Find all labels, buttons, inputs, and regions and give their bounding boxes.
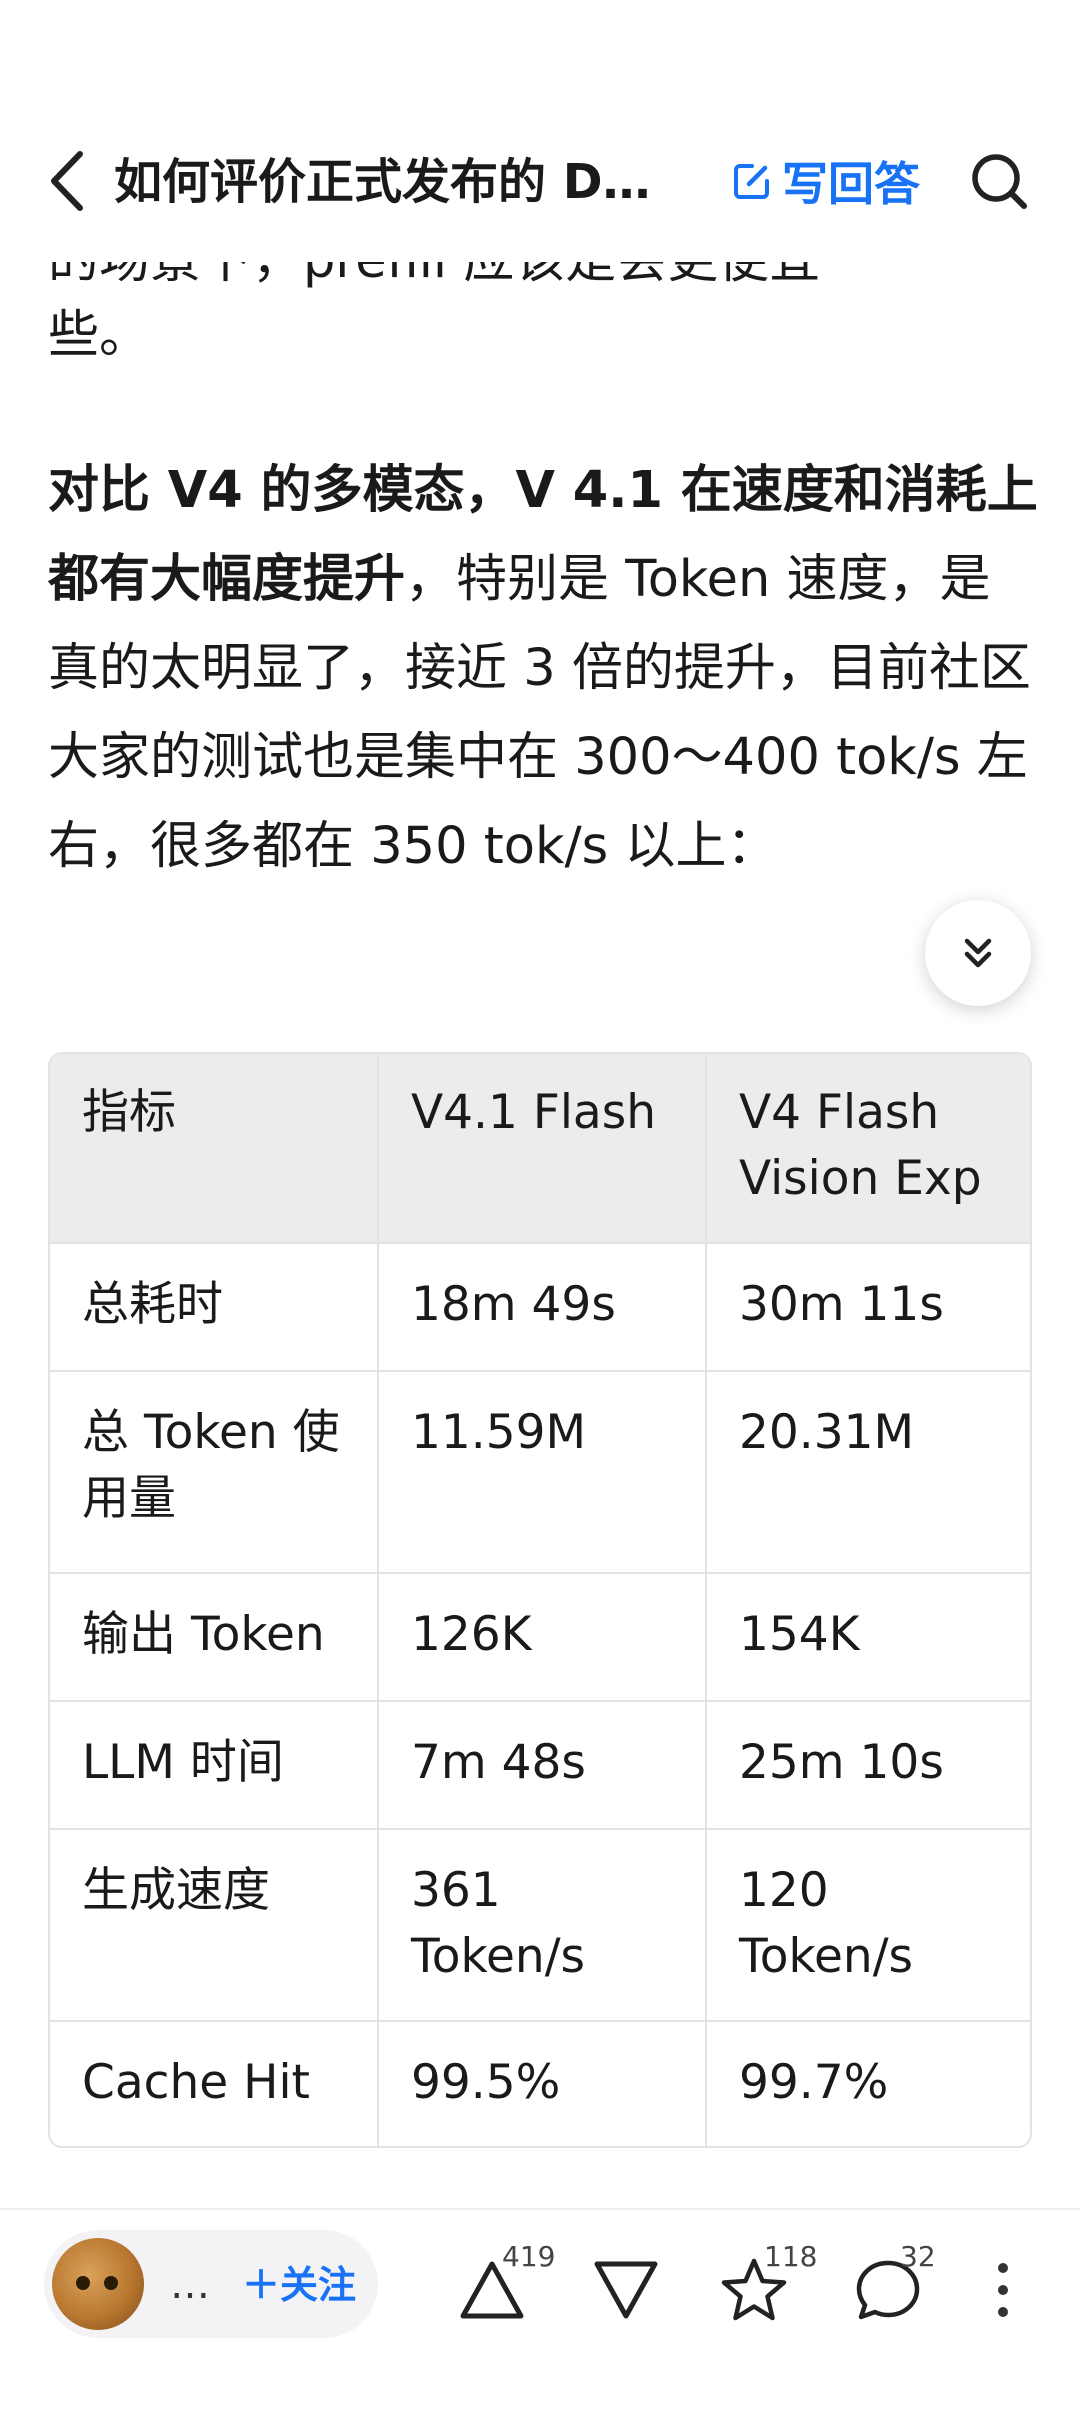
favorite-count: 118: [764, 2240, 818, 2273]
page-title[interactable]: 如何评价正式发布的 D…: [114, 150, 694, 214]
article-tail-line: 些。: [48, 306, 151, 365]
top-navigation-bar: 如何评价正式发布的 D… 写回答: [0, 0, 1080, 262]
author-name[interactable]: …: [170, 2260, 210, 2310]
table-row: Cache Hit 99.5% 99.7%: [50, 2021, 1030, 2146]
more-dot-icon: [998, 2285, 1008, 2295]
comment-count: 32: [900, 2240, 936, 2273]
table-cell: 30m 11s: [706, 1243, 1030, 1372]
table-row: 输出 Token 126K 154K: [50, 1573, 1030, 1702]
table-cell: 生成速度: [50, 1829, 379, 2022]
table-cell: LLM 时间: [50, 1701, 379, 1830]
back-button[interactable]: [40, 146, 92, 216]
write-answer-button[interactable]: 写回答: [730, 148, 920, 214]
table-cell: 输出 Token: [50, 1573, 379, 1702]
table-row: LLM 时间 7m 48s 25m 10s: [50, 1701, 1030, 1830]
table-cell: 7m 48s: [378, 1701, 707, 1830]
table-row: 生成速度 361 Token/s 120 Token/s: [50, 1829, 1030, 2022]
comment-button[interactable]: 32: [846, 2240, 936, 2340]
edit-icon: [730, 159, 774, 203]
table-header-cell: 指标: [50, 1054, 379, 1244]
favorite-button[interactable]: 118: [712, 2240, 817, 2340]
table-header-row: 指标 V4.1 Flash V4 Flash Vision Exp: [50, 1054, 1030, 1244]
bottom-action-bar: … ＋关注 419 118 32: [0, 2208, 1080, 2420]
table-row: 总耗时 18m 49s 30m 11s: [50, 1243, 1030, 1372]
table-header-cell: V4 Flash Vision Exp: [706, 1054, 1030, 1244]
downvote-triangle-icon: [594, 2261, 658, 2319]
table-cell: 99.7%: [739, 2055, 889, 2110]
downvote-button[interactable]: [584, 2240, 668, 2340]
avatar[interactable]: [52, 2238, 144, 2330]
search-icon: [972, 154, 1027, 209]
more-dot-icon: [998, 2263, 1008, 2273]
double-chevron-down-icon: [964, 938, 992, 968]
table-cell: 154K: [706, 1573, 1030, 1702]
table-cell: 99.5%: [378, 2021, 707, 2146]
table-cell: 120 Token/s: [706, 1829, 1030, 2022]
table-cell: 25m 10s: [706, 1701, 1030, 1830]
more-dot-icon: [998, 2307, 1008, 2317]
expand-button[interactable]: [925, 900, 1031, 1006]
table-cell: 20.31M: [706, 1371, 1030, 1574]
table-cell: 总耗时: [50, 1243, 379, 1372]
table-cell: 361 Token/s: [378, 1829, 707, 2022]
chevron-left-icon: [51, 151, 83, 211]
table-cell: 总 Token 使用量: [50, 1371, 379, 1574]
table-cell: 126K: [378, 1573, 707, 1702]
upvote-button[interactable]: 419: [450, 2240, 555, 2340]
table-cell: Cache Hit: [50, 2021, 379, 2146]
table-row: 总 Token 使用量 11.59M 20.31M: [50, 1371, 1030, 1574]
table-cell: 11.59M: [378, 1371, 707, 1574]
write-answer-label: 写回答: [782, 157, 920, 211]
upvote-count: 419: [502, 2240, 556, 2273]
search-button[interactable]: [966, 148, 1032, 214]
follow-button[interactable]: ＋关注: [242, 2260, 356, 2310]
table-cell: 18m 49s: [378, 1243, 707, 1372]
article-paragraph: 对比 V4 的多模态，V 4.1 在速度和消耗上都有大幅度提升，特别是 Toke…: [48, 446, 1038, 891]
more-options-button[interactable]: [978, 2240, 1028, 2340]
comparison-table: 指标 V4.1 Flash V4 Flash Vision Exp 总耗时 18…: [48, 1052, 1032, 2148]
author-chip[interactable]: … ＋关注: [44, 2230, 378, 2338]
table-header-cell: V4.1 Flash: [378, 1054, 707, 1244]
